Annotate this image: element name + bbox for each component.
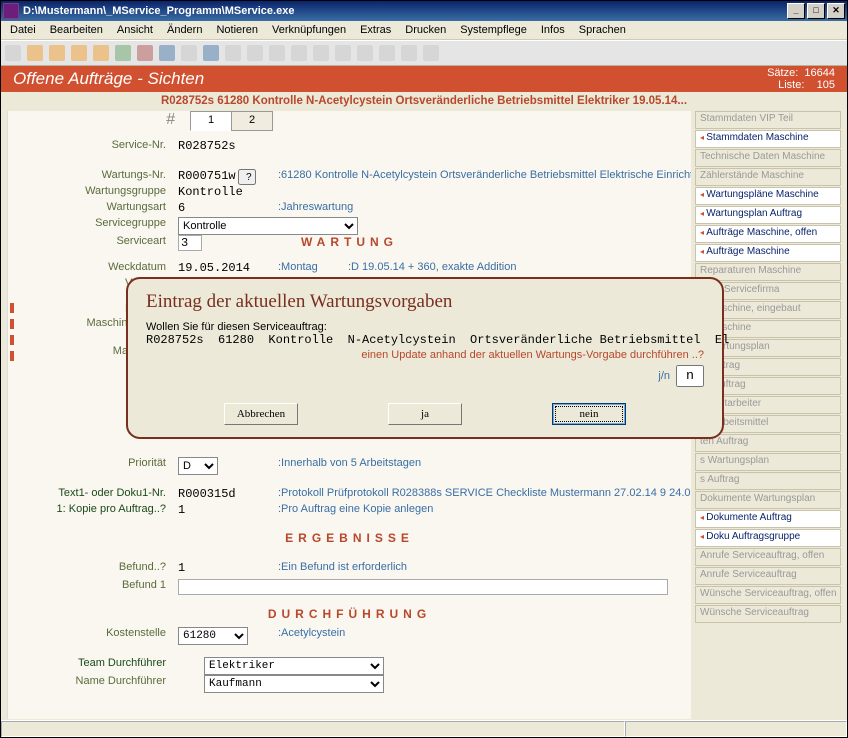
modal-no-button[interactable]: nein (552, 403, 626, 425)
modal-yes-button[interactable]: ja (388, 403, 462, 425)
modal-abort-button[interactable]: Abbrechen (224, 403, 298, 425)
modal-line2: R028752s 61280 Kontrolle N-Acetylcystein… (146, 333, 704, 347)
modal-jn-input[interactable] (676, 365, 704, 387)
status-cell (625, 721, 847, 737)
modal-title: Eintrag der aktuellen Wartungsvorgaben (146, 291, 722, 313)
status-cell (1, 721, 625, 737)
statusbar (1, 720, 847, 737)
modal-line1: Wollen Sie für diesen Serviceauftrag: (146, 321, 704, 333)
app-window: D:\Mustermann\_MService_Programm\MServic… (0, 0, 848, 738)
modal-dialog: Eintrag der aktuellen Wartungsvorgaben W… (126, 277, 724, 439)
modal-line3: einen Update anhand der aktuellen Wartun… (361, 349, 704, 361)
modal-jn-label: j/n (658, 370, 670, 382)
modal-overlay: Eintrag der aktuellen Wartungsvorgaben W… (1, 1, 847, 737)
